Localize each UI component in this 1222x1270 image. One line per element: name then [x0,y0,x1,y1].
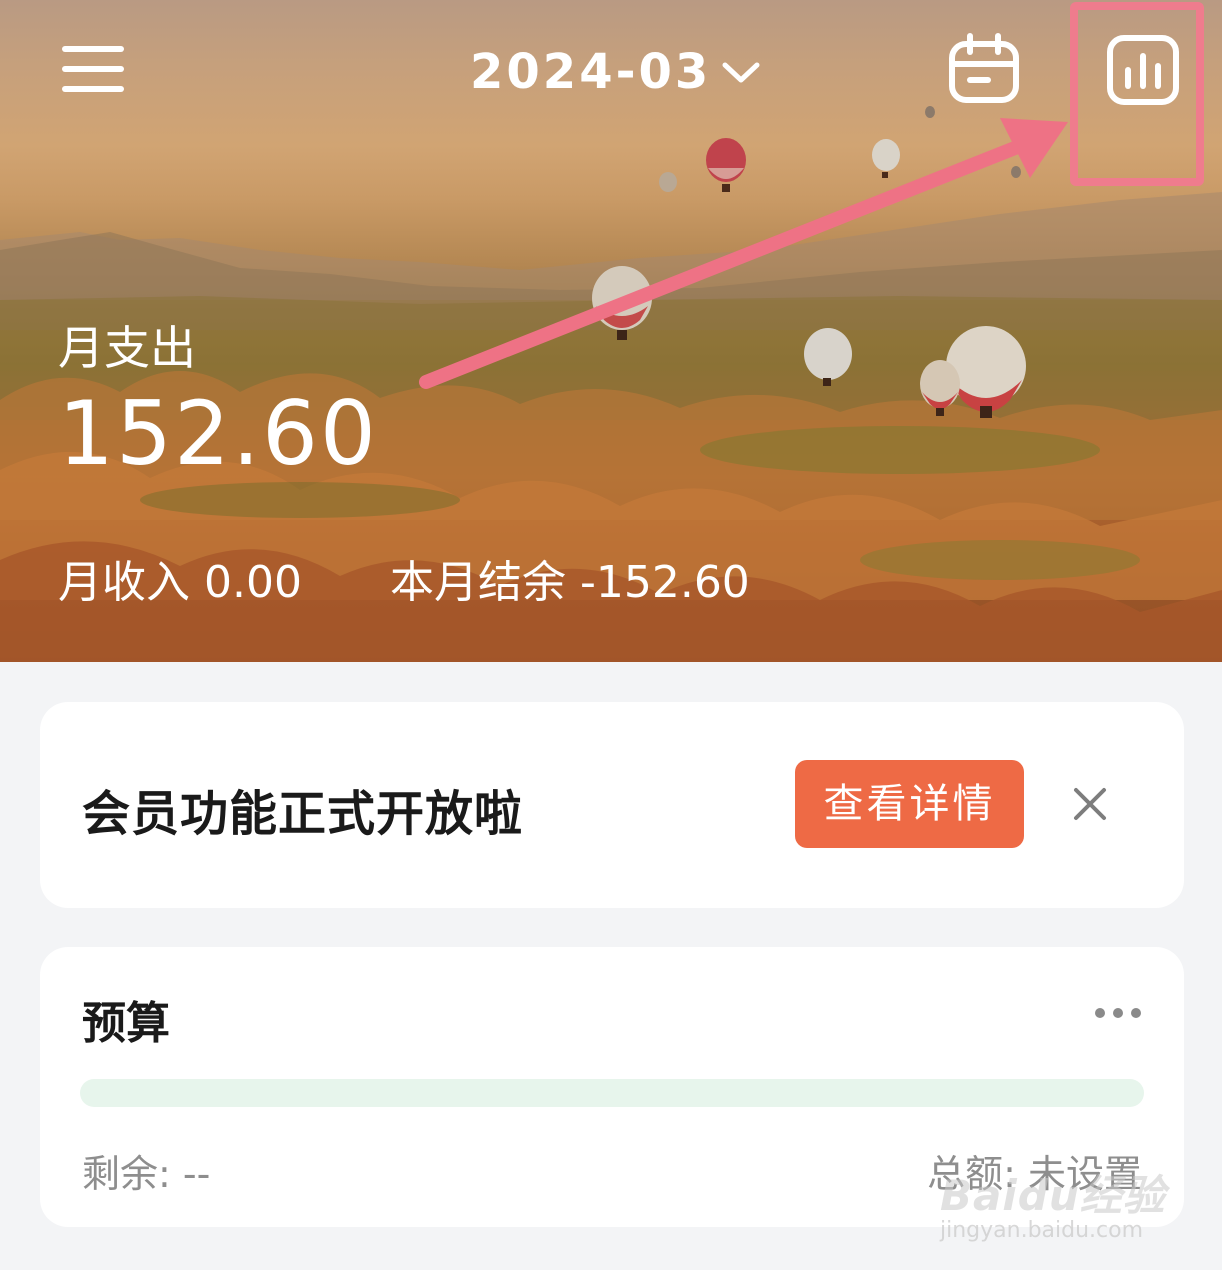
membership-promo-card: 会员功能正式开放啦 查看详情 [40,702,1184,908]
promo-title: 会员功能正式开放啦 [82,786,524,842]
month-picker[interactable]: 2024-03 [470,40,761,104]
total-label: 总额: [927,1152,1016,1196]
monthly-expense-value: 152.60 [58,382,378,485]
balloon [659,172,677,192]
more-dots-icon [1095,1008,1141,1018]
monthly-balance-value: -152.60 [579,557,750,608]
balloon [1011,166,1021,178]
balloon [925,106,935,118]
bar-chart-icon [1107,35,1179,105]
close-promo-button[interactable] [1070,784,1110,824]
remaining-value: -- [182,1152,211,1196]
hamburger-menu-icon [62,46,124,52]
statistics-button[interactable] [1106,34,1180,106]
month-label: 2024-03 [470,44,712,100]
budget-title: 预算 [82,998,170,1049]
remaining-label: 剩余: [82,1152,171,1196]
budget-progress-bar [80,1079,1144,1107]
budget-more-button[interactable] [1094,1005,1142,1021]
budget-remaining: 剩余: -- [82,1143,210,1198]
total-value: 未设置 [1027,1152,1142,1196]
balloon [706,138,746,192]
monthly-balance-label: 本月结余 [389,557,566,608]
balloon [872,139,900,178]
close-icon [1074,788,1106,820]
header-banner: 2024-03 月支出 152.60 月收入 0.00 本月结余 -152.60 [0,0,1222,662]
menu-button[interactable] [62,44,124,94]
monthly-income-value: 0.00 [204,557,302,608]
monthly-income-label: 月收入 [58,557,190,608]
chevron-down-icon [722,62,760,83]
calendar-button[interactable] [948,32,1020,104]
monthly-expense-label: 月支出 [58,321,196,375]
monthly-summary: 月收入 0.00 本月结余 -152.60 [58,546,750,610]
budget-total: 总额: 未设置 [927,1143,1142,1198]
view-details-button[interactable]: 查看详情 [795,760,1024,848]
calendar-icon [949,33,1019,103]
budget-card: 预算 剩余: -- 总额: 未设置 [40,947,1184,1227]
